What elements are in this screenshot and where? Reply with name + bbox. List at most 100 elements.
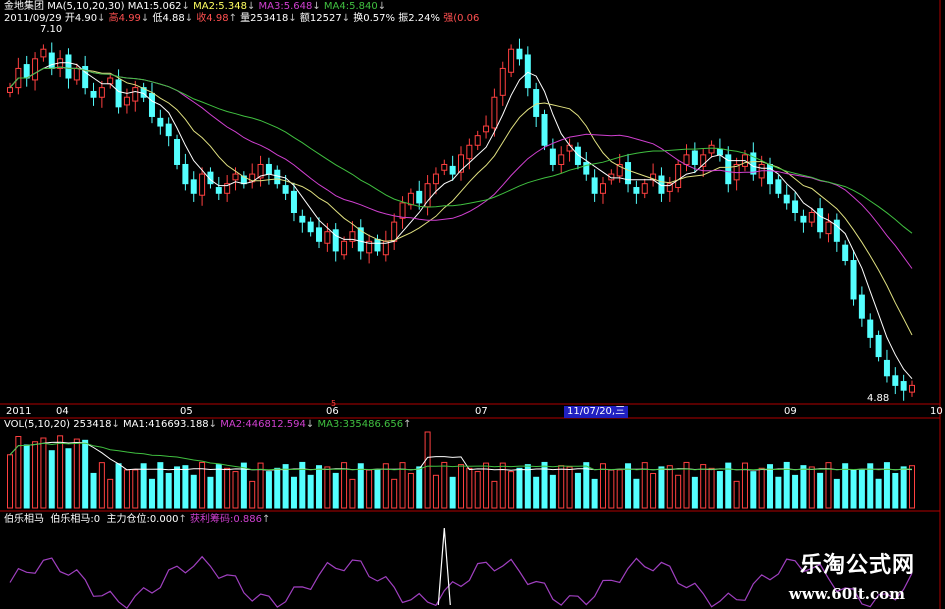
volume-bar	[900, 466, 907, 509]
candle-body	[98, 87, 105, 98]
volume-bar	[516, 467, 523, 509]
indicator-label3: 获利筹码:0.886	[190, 514, 263, 525]
axis-label-07: 07	[475, 406, 488, 417]
candle-body	[374, 238, 381, 252]
indicator-name: 伯乐相马	[4, 514, 44, 525]
volume-bar	[842, 463, 849, 509]
candle-body	[165, 123, 172, 137]
volume-bar	[282, 464, 289, 509]
volume-bar	[650, 472, 657, 509]
candle-body	[466, 144, 473, 160]
volume-bar	[424, 431, 431, 509]
candle-body	[32, 58, 39, 81]
axis-label-2011: 2011	[6, 406, 32, 417]
volume-bar	[792, 474, 799, 509]
open-value: 开4.90	[64, 13, 98, 24]
candle-body	[675, 163, 682, 189]
volume-bar	[524, 464, 531, 509]
candle-body	[407, 192, 414, 206]
volume-bar	[40, 437, 47, 509]
candle-body	[299, 215, 306, 223]
candle-body	[599, 183, 606, 194]
candle-body	[474, 135, 481, 146]
volume-bar	[274, 467, 281, 509]
candle-body	[833, 219, 840, 242]
volume-bar	[875, 478, 882, 509]
axis-label-05: 05	[180, 406, 193, 417]
axis-label-04: 04	[56, 406, 69, 417]
candle-body	[583, 162, 590, 175]
volume-bar	[374, 469, 381, 509]
volume-bar	[474, 471, 481, 509]
candle-body	[683, 154, 690, 165]
volume-bar	[416, 466, 423, 509]
volume-bar	[324, 466, 331, 509]
volume-bar	[132, 469, 139, 509]
volume-bar	[407, 472, 414, 509]
volume-bar	[265, 471, 272, 509]
volume-bar	[7, 454, 13, 509]
candle-body	[549, 148, 556, 165]
volume-bar	[48, 450, 55, 509]
volume-bar	[123, 469, 130, 509]
volume-bar	[909, 465, 915, 509]
candle-body	[232, 173, 239, 181]
high-value: 高4.99	[108, 13, 141, 24]
amount-value: 额12527	[299, 13, 342, 24]
candle-body	[148, 92, 155, 117]
price-min-label: 4.88	[867, 393, 890, 404]
candle-body	[199, 173, 206, 196]
volume-bar	[190, 474, 197, 509]
candle-body	[499, 67, 506, 96]
volume-bar	[658, 466, 665, 509]
volume-bar	[858, 469, 865, 509]
amplitude-value: 振2.24%	[398, 13, 441, 24]
candle-body	[508, 48, 515, 73]
indicator-label2: 主力仓位:0.000	[106, 514, 179, 525]
candle-body	[215, 187, 222, 194]
volume-bar	[750, 471, 757, 509]
axis-label-09: 09	[784, 406, 797, 417]
indicator-header: 伯乐相马 伯乐相马:0 主力仓位:0.000↑ 获利筹码:0.886↑	[4, 514, 271, 525]
watermark-title: 乐淘公式网	[799, 553, 915, 578]
candle-body	[441, 163, 448, 171]
candle-body	[716, 148, 723, 156]
volume-bar	[57, 435, 64, 509]
volume-bar	[82, 439, 89, 509]
candle-body	[40, 48, 47, 58]
ma4-value: MA4:5.840	[323, 1, 378, 12]
candle-body	[900, 381, 907, 391]
volume-bar	[608, 469, 615, 509]
candle-body	[73, 67, 80, 81]
indicator-label1: 伯乐相马:0	[50, 514, 101, 525]
ma2-line	[9, 66, 913, 336]
indicator-spike	[437, 527, 451, 606]
candle-body	[875, 334, 882, 358]
volume-bar	[290, 476, 297, 509]
volume-bar	[432, 474, 439, 509]
bar-date: 2011/09/29	[4, 13, 62, 24]
candle-body	[332, 229, 339, 252]
candle-body	[842, 244, 849, 262]
vol-value: 253418	[73, 419, 112, 430]
volume-bar	[357, 463, 364, 509]
volume-bar	[892, 472, 899, 509]
candle-body	[123, 96, 130, 106]
volume-bar	[599, 463, 606, 509]
candle-body	[625, 162, 632, 185]
candle-body	[48, 52, 55, 69]
volume-value: 量253418	[240, 13, 289, 24]
close-value: 收4.98	[196, 13, 229, 24]
volume-bar	[850, 469, 857, 509]
volume-bar	[558, 465, 565, 509]
volume-bar	[23, 444, 30, 509]
candle-body	[792, 200, 799, 213]
volume-bar	[232, 471, 239, 509]
watermark-url: www.60lt.com	[788, 585, 905, 603]
volume-bar	[140, 463, 147, 509]
candle-body	[107, 77, 114, 85]
ma1-line	[9, 62, 913, 380]
candle-body	[783, 194, 790, 204]
candle-body	[516, 48, 523, 60]
volume-bar	[775, 476, 782, 509]
